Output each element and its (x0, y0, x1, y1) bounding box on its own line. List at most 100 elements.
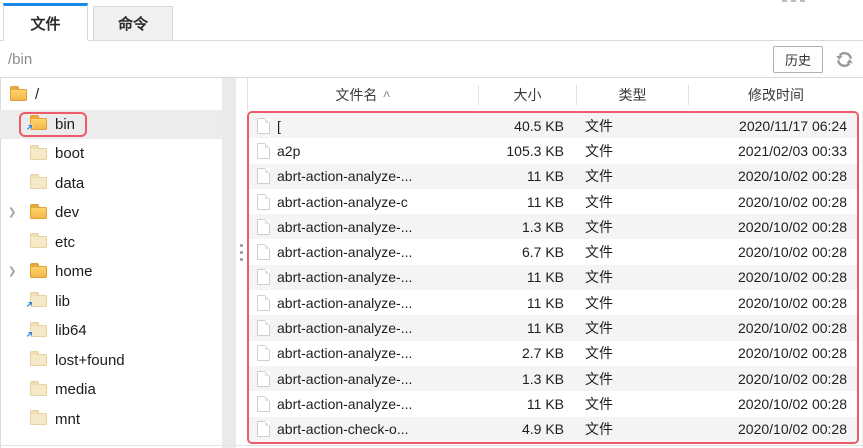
path-bar: /bin 历史 (0, 41, 863, 78)
file-icon-cell (249, 143, 277, 159)
table-row[interactable]: abrt-action-analyze-... 1.3 KB 文件 2020/1… (249, 366, 857, 391)
file-mtime: 2020/10/02 00:28 (672, 194, 857, 210)
splitter-grip-icon[interactable] (240, 244, 243, 261)
table-row[interactable]: abrt-action-analyze-... 1.3 KB 文件 2020/1… (249, 214, 857, 239)
sidebar-item-label: / (35, 86, 39, 103)
folder-icon: ➜ (30, 325, 47, 337)
sidebar-item-label: mnt (55, 411, 80, 428)
sidebar-item[interactable]: ❯ ➜ mnt (0, 405, 222, 435)
table-row[interactable]: abrt-action-analyze-... 6.7 KB 文件 2020/1… (249, 239, 857, 264)
folder-icon: ➜ (30, 148, 47, 160)
folder-icon: ➜ (10, 89, 27, 101)
tab-files[interactable]: 文件 (3, 3, 88, 41)
sidebar-item[interactable]: ❯ ➜ media (0, 375, 222, 405)
file-type: 文件 (572, 267, 672, 287)
file-name: abrt-action-analyze-... (277, 396, 477, 412)
column-header-mtime[interactable]: 修改时间 (689, 85, 863, 105)
table-row[interactable]: abrt-action-analyze-... 11 KB 文件 2020/10… (249, 391, 857, 416)
table-row[interactable]: abrt-action-analyze-c 11 KB 文件 2020/10/0… (249, 189, 857, 214)
sidebar-item-inner: ➜ data (19, 171, 96, 196)
file-icon (257, 219, 270, 235)
file-icon-cell (249, 219, 277, 235)
sidebar-item-inner: ➜ lib64 (19, 318, 99, 343)
folder-icon: ➜ (30, 177, 47, 189)
sidebar-item-inner: ➜ media (19, 377, 108, 402)
column-header-filename[interactable]: 文件名 ∧ (248, 85, 479, 105)
table-row[interactable]: abrt-action-analyze-... 2.7 KB 文件 2020/1… (249, 341, 857, 366)
file-size: 11 KB (477, 320, 572, 336)
file-name: abrt-action-analyze-... (277, 371, 477, 387)
tab-commands[interactable]: 命令 (93, 6, 173, 40)
file-size: 2.7 KB (477, 345, 572, 361)
column-header-type[interactable]: 类型 (577, 85, 689, 105)
file-icon (257, 118, 270, 134)
file-icon (257, 421, 270, 437)
sidebar-item[interactable]: ❯ ➜ data (0, 169, 222, 199)
file-name: abrt-action-analyze-c (277, 194, 477, 210)
history-button[interactable]: 历史 (773, 46, 823, 73)
sidebar-item-label: dev (55, 204, 79, 221)
sidebar-item[interactable]: ❯ ➜ lib64 (0, 316, 222, 346)
table-row[interactable]: abrt-action-analyze-... 11 KB 文件 2020/10… (249, 164, 857, 189)
file-table-panel: 文件名 ∧ 大小 类型 修改时间 [ 40.5 KB 文件 2020/11/17… (247, 78, 863, 448)
file-icon (257, 345, 270, 361)
sidebar-item[interactable]: ❯ ➜ lib (0, 287, 222, 317)
file-size: 4.9 KB (477, 421, 572, 437)
sidebar-item[interactable]: ❯ ➜ etc (0, 228, 222, 258)
sidebar-item[interactable]: ❯ ➜ lost+found (0, 346, 222, 376)
sidebar-item-label: lib64 (55, 322, 87, 339)
directory-tree: ❯ ➜ / ❯ ➜ bin ❯ (0, 78, 222, 448)
file-icon-cell (249, 396, 277, 412)
file-mtime: 2020/10/02 00:28 (672, 396, 857, 412)
pane-splitter[interactable] (236, 78, 247, 448)
table-row[interactable]: abrt-action-check-o... 4.9 KB 文件 2020/10… (249, 417, 857, 442)
folder-icon: ➜ (30, 384, 47, 396)
file-name: abrt-action-analyze-... (277, 295, 477, 311)
table-row[interactable]: abrt-action-analyze-... 11 KB 文件 2020/10… (249, 265, 857, 290)
file-size: 1.3 KB (477, 371, 572, 387)
column-header-size[interactable]: 大小 (479, 85, 577, 105)
file-mtime: 2020/10/02 00:28 (672, 168, 857, 184)
table-row[interactable]: abrt-action-analyze-... 11 KB 文件 2020/10… (249, 315, 857, 340)
sidebar-item-inner: ➜ bin (19, 112, 87, 137)
file-name: abrt-action-analyze-... (277, 219, 477, 235)
sidebar-item-inner: ➜ etc (19, 230, 87, 255)
file-mtime: 2020/11/17 06:24 (672, 118, 857, 134)
file-icon (257, 396, 270, 412)
file-list: [ 40.5 KB 文件 2020/11/17 06:24 a2p 105.3 … (247, 111, 859, 444)
file-type: 文件 (572, 242, 672, 262)
file-size: 40.5 KB (477, 118, 572, 134)
file-type: 文件 (572, 166, 672, 186)
file-name: abrt-action-analyze-... (277, 345, 477, 361)
sidebar-item[interactable]: ❯ ➜ boot (0, 139, 222, 169)
refresh-button[interactable] (833, 48, 855, 70)
file-icon-cell (249, 295, 277, 311)
table-row[interactable]: [ 40.5 KB 文件 2020/11/17 06:24 (249, 113, 857, 138)
sidebar-item[interactable]: ❯ ➜ home (0, 257, 222, 287)
file-mtime: 2020/10/02 00:28 (672, 244, 857, 260)
table-header: 文件名 ∧ 大小 类型 修改时间 (247, 78, 863, 111)
file-type: 文件 (572, 343, 672, 363)
sidebar-item[interactable]: ❯ ➜ dev (0, 198, 222, 228)
file-mtime: 2020/10/02 00:28 (672, 371, 857, 387)
sidebar-item[interactable]: ❯ ➜ / (0, 80, 222, 110)
file-icon-cell (249, 269, 277, 285)
column-header-filename-label: 文件名 (335, 85, 377, 105)
sidebar-scrollbar[interactable] (222, 78, 236, 448)
file-type: 文件 (572, 192, 672, 212)
table-row[interactable]: a2p 105.3 KB 文件 2021/02/03 00:33 (249, 138, 857, 163)
file-icon-cell (249, 244, 277, 260)
file-icon-cell (249, 168, 277, 184)
current-path[interactable]: /bin (8, 51, 773, 68)
folder-icon: ➜ (30, 354, 47, 366)
folder-icon: ➜ (30, 236, 47, 248)
file-icon (257, 269, 270, 285)
file-icon (257, 295, 270, 311)
table-row[interactable]: abrt-action-analyze-... 11 KB 文件 2020/10… (249, 290, 857, 315)
file-size: 11 KB (477, 295, 572, 311)
folder-icon: ➜ (30, 295, 47, 307)
refresh-icon (835, 50, 854, 69)
file-name: abrt-action-analyze-... (277, 244, 477, 260)
sidebar-item[interactable]: ❯ ➜ bin (0, 110, 222, 140)
file-size: 105.3 KB (477, 143, 572, 159)
